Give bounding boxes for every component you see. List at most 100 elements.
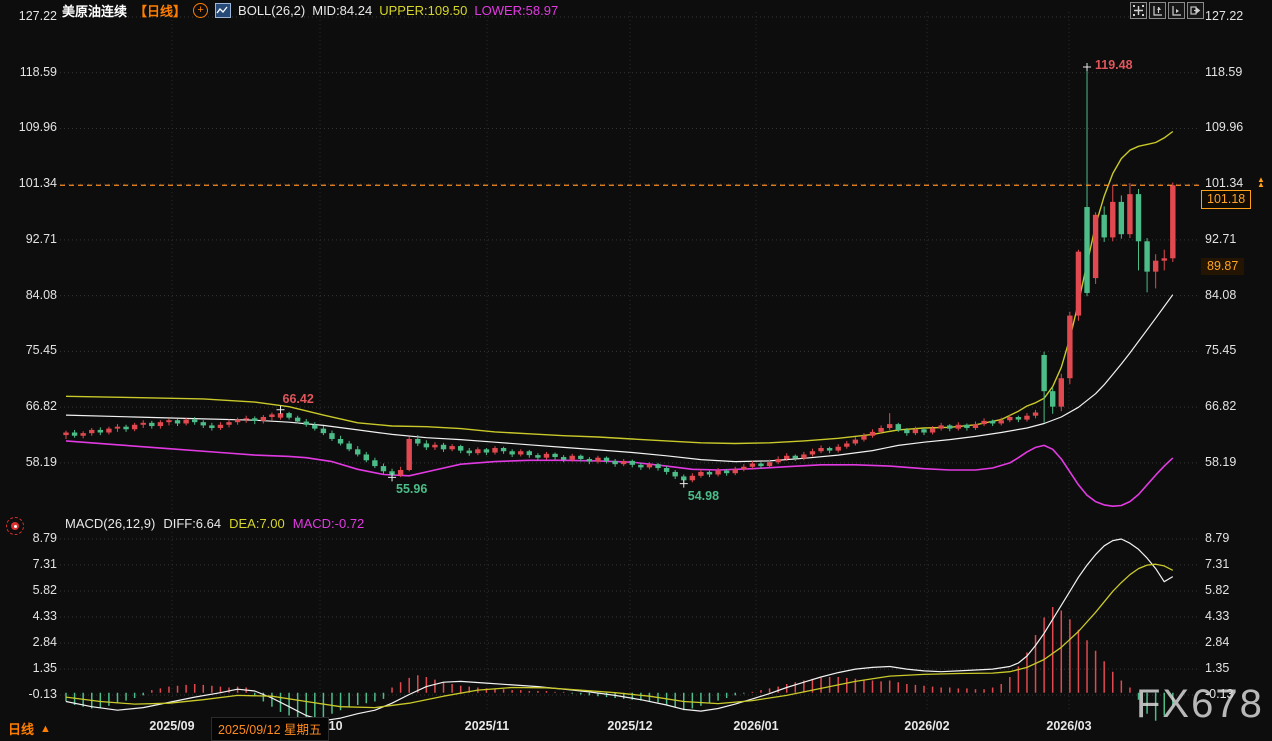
- add-indicator-icon[interactable]: +: [193, 3, 208, 18]
- chart-toolbar: [1130, 2, 1204, 19]
- candle-body: [707, 472, 712, 475]
- macd-tick-label-right: 7.31: [1205, 557, 1229, 571]
- candle-body: [484, 449, 489, 452]
- candle-body: [827, 448, 832, 451]
- candle-body: [733, 469, 738, 473]
- candle-body: [432, 445, 437, 448]
- candle-body: [775, 459, 780, 462]
- macd-dea-line: [66, 564, 1173, 707]
- price-tick-label-right: 75.45: [1205, 343, 1236, 357]
- candle-body: [441, 445, 446, 450]
- boll-lower-line: [66, 441, 1173, 506]
- crosshair-move-icon[interactable]: [1130, 2, 1147, 19]
- candle-body: [192, 420, 197, 423]
- candle-body: [604, 458, 609, 461]
- candle-body: [664, 468, 669, 472]
- macd-header: MACD(26,12,9) DIFF:6.64 DEA:7.00 MACD:-0…: [65, 516, 364, 531]
- timeframe-selector[interactable]: 日线 ▲: [8, 719, 51, 738]
- candle-body: [767, 462, 772, 466]
- chart-header: 美原油连续 【日线】 + BOLL(26,2) MID:84.24 UPPER:…: [62, 2, 558, 18]
- candle-body: [166, 420, 171, 422]
- candle-body: [106, 429, 111, 433]
- candle-body: [1110, 202, 1115, 238]
- price-up-arrow-icon: ▲▲: [1257, 177, 1265, 187]
- macd-tick-label-right: 1.35: [1205, 661, 1229, 675]
- candle-body: [295, 418, 300, 422]
- candle-body: [424, 443, 429, 447]
- candle-body: [475, 449, 480, 453]
- candle-body: [956, 425, 961, 429]
- candle-body: [372, 460, 377, 466]
- price-tick-label-left: 92.71: [26, 232, 57, 246]
- candle-body: [964, 425, 969, 428]
- boll-lower-value: LOWER:58.97: [474, 3, 558, 18]
- x-axis-scale-icon[interactable]: [1168, 2, 1185, 19]
- candle-body: [947, 425, 952, 428]
- boll-label: BOLL(26,2): [238, 3, 305, 18]
- candle-body: [89, 430, 94, 433]
- candle-body: [715, 471, 720, 475]
- period-tag[interactable]: 【日线】: [134, 1, 186, 20]
- candle-body: [183, 420, 188, 424]
- chevron-up-icon[interactable]: ▲: [40, 723, 51, 735]
- candle-body: [913, 429, 918, 433]
- candle-body: [561, 457, 566, 460]
- indicator-chart-icon[interactable]: [215, 3, 231, 18]
- candle-body: [458, 446, 463, 451]
- candle-body: [1050, 391, 1055, 407]
- candle-body: [793, 456, 798, 459]
- candle-body: [570, 456, 575, 460]
- candle-body: [158, 422, 163, 426]
- candle-body: [72, 433, 77, 436]
- y-axis-scale-icon[interactable]: [1149, 2, 1166, 19]
- candle-body: [509, 451, 514, 454]
- candle-body: [1170, 185, 1175, 258]
- candle-body: [836, 447, 841, 451]
- candlestick-chart-canvas[interactable]: [0, 0, 1272, 741]
- live-record-icon: [6, 517, 24, 535]
- prev-close-badge: 89.87: [1201, 258, 1244, 275]
- candle-body: [1119, 202, 1124, 234]
- candle-body: [80, 433, 85, 436]
- candle-body: [741, 467, 746, 470]
- candle-body: [355, 449, 360, 454]
- pane-expand-icon[interactable]: [1187, 2, 1204, 19]
- crosshair-date-tooltip: 2025/09/12 星期五: [211, 717, 329, 741]
- macd-tick-label-left: 5.82: [33, 583, 57, 597]
- candle-body: [990, 421, 995, 424]
- price-tick-label-right: 84.08: [1205, 288, 1236, 302]
- candle-body: [449, 446, 454, 449]
- candle-body: [870, 432, 875, 436]
- candle-body: [1162, 258, 1167, 260]
- extreme-marker-icon: [277, 406, 285, 414]
- candle-body: [312, 425, 317, 429]
- candle-body: [535, 455, 540, 458]
- month-label: 2025/12: [607, 719, 652, 733]
- candle-body: [595, 458, 600, 462]
- candle-body: [861, 436, 866, 440]
- candle-body: [896, 424, 901, 430]
- month-label: 2025/11: [465, 719, 510, 733]
- candle-body: [655, 464, 660, 468]
- brand-watermark: FX678: [1136, 682, 1264, 727]
- month-label: 2026/02: [904, 719, 949, 733]
- candle-body: [784, 456, 789, 459]
- macd-tick-label-right: 2.84: [1205, 635, 1229, 649]
- candle-body: [278, 413, 283, 418]
- candle-body: [1093, 215, 1098, 278]
- candle-body: [243, 418, 248, 419]
- candle-body: [578, 456, 583, 459]
- candle-body: [921, 429, 926, 432]
- candle-body: [818, 448, 823, 451]
- candle-body: [672, 472, 677, 477]
- price-tick-label-right: 66.82: [1205, 399, 1236, 413]
- macd-tick-label-right: 8.79: [1205, 531, 1229, 545]
- timeframe-label[interactable]: 日线: [8, 719, 34, 738]
- price-tick-label-left: 127.22: [19, 9, 57, 23]
- month-label: 2026/01: [733, 719, 778, 733]
- low-price-annotation: 55.96: [396, 482, 427, 496]
- candle-body: [492, 448, 497, 453]
- price-tick-label-right: 58.19: [1205, 455, 1236, 469]
- price-tick-label-right: 118.59: [1205, 65, 1242, 79]
- symbol-name: 美原油连续: [62, 1, 127, 20]
